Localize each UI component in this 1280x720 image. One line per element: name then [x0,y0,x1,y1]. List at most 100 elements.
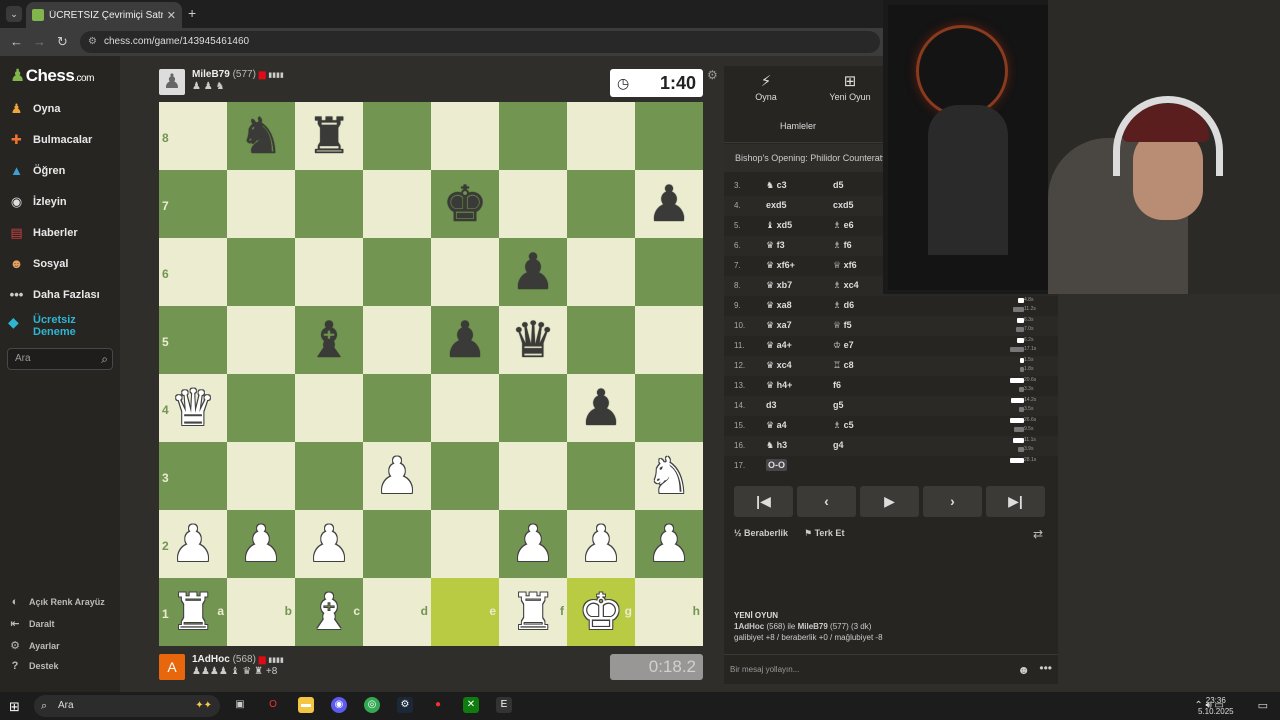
black-king-piece[interactable]: ♚ [443,170,488,238]
square-f1[interactable]: f ♜ [499,578,567,646]
square-f2[interactable]: ♟ [499,510,567,578]
play-button[interactable]: ▶ [860,486,919,517]
square-f3[interactable] [499,442,567,510]
square-g4[interactable]: ♟ [567,374,635,442]
sidebar-item-play[interactable]: ♟ Oyna [8,100,61,117]
epic-games-icon[interactable]: E [496,697,512,713]
white-pawn-piece[interactable]: ♟ [239,510,284,578]
square-a7[interactable]: 7 [159,170,227,238]
black-move[interactable]: ♗ f6 [833,240,852,251]
last-move-button[interactable]: ▶| [986,486,1045,517]
black-move[interactable]: g5 [833,400,844,410]
square-h4[interactable] [635,374,703,442]
square-g7[interactable] [567,170,635,238]
square-d8[interactable] [363,102,431,170]
white-pawn-piece[interactable]: ♟ [307,510,352,578]
white-move[interactable]: ♛ a4 [766,420,787,431]
chess-board[interactable]: 8 ♞ ♜ 7 ♚ ♟ 6 ♟ 5 ♝ ♟ ♛ 4 ♛ ♟ 3 ♟ ♞ 2 ♟ ♟ ♟ ♟ ♟ ♟ 1 a ♜ b c ♝ d e f ♜ g ♚ h [159,102,703,646]
white-pawn-piece[interactable]: ♟ [375,442,420,510]
new-tab-button[interactable]: + [188,5,196,21]
black-move[interactable]: ♖ c8 [833,360,854,371]
square-d4[interactable] [363,374,431,442]
white-move[interactable]: ♛ xb7 [766,280,792,291]
forward-icon[interactable]: → [33,34,46,49]
square-d7[interactable] [363,170,431,238]
tab-moves[interactable]: Hamleler [780,121,816,131]
white-move[interactable]: ♛ xa8 [766,300,792,311]
square-a6[interactable]: 6 [159,238,227,306]
white-move[interactable]: ♛ f3 [766,240,785,251]
square-e5[interactable]: ♟ [431,306,499,374]
black-move[interactable]: ♗ e6 [833,220,854,231]
sidebar-item-watch[interactable]: ◉ İzleyin [8,193,67,210]
collapse-button[interactable]: ⇤ Daralt [8,617,54,630]
square-e7[interactable]: ♚ [431,170,499,238]
reload-icon[interactable]: ↻ [57,34,68,50]
player-name[interactable]: 1AdHoc [192,654,230,665]
player-link[interactable]: 1AdHoc [734,622,764,631]
black-move[interactable]: f6 [833,380,841,390]
square-h6[interactable] [635,238,703,306]
more-options-icon[interactable]: ••• [1039,661,1052,675]
sidebar-search-input[interactable]: Ara ⌕ [7,348,113,370]
square-c2[interactable]: ♟ [295,510,363,578]
black-pawn-piece[interactable]: ♟ [443,306,488,374]
next-move-button[interactable]: › [923,486,982,517]
white-move[interactable]: d3 [766,400,777,410]
square-a5[interactable]: 5 [159,306,227,374]
square-f8[interactable] [499,102,567,170]
square-a2[interactable]: 2 ♟ [159,510,227,578]
tab-new-game[interactable]: ⊞ Yeni Oyun [808,72,892,102]
site-info-icon[interactable]: ⚙ [88,31,98,53]
square-c8[interactable]: ♜ [295,102,363,170]
black-move[interactable]: g4 [833,440,844,450]
taskbar-search[interactable]: ⌕ Ara ✦✦ [34,695,220,717]
white-move[interactable]: ♛ xf6+ [766,260,795,271]
black-move[interactable]: ♗ d6 [833,300,854,311]
square-g2[interactable]: ♟ [567,510,635,578]
white-pawn-piece[interactable]: ♟ [647,510,692,578]
square-e4[interactable] [431,374,499,442]
back-icon[interactable]: ← [10,34,23,49]
player-avatar[interactable]: A [159,654,185,680]
square-g6[interactable] [567,238,635,306]
tab-play[interactable]: ⚡ Oyna [724,72,808,102]
square-h5[interactable] [635,306,703,374]
light-theme-toggle[interactable]: ◐ Açık Renk Arayüz [8,596,105,608]
sidebar-item-news[interactable]: ▤ Haberler [8,224,77,241]
black-knight-piece[interactable]: ♞ [239,102,284,170]
square-b8[interactable]: ♞ [227,102,295,170]
white-move[interactable]: ♛ h4+ [766,380,792,391]
black-pawn-piece[interactable]: ♟ [511,238,556,306]
emoji-icon[interactable]: ☻ [1017,663,1030,677]
square-d5[interactable] [363,306,431,374]
square-d2[interactable] [363,510,431,578]
white-move[interactable]: O-O [766,459,787,471]
white-rook-piece[interactable]: ♜ [171,578,216,646]
opponent-avatar[interactable]: ♟ [159,69,185,95]
black-move[interactable]: cxd5 [833,200,854,210]
free-trial-link[interactable]: ◆ Ücretsiz Deneme [8,314,83,338]
black-pawn-piece[interactable]: ♟ [647,170,692,238]
square-b4[interactable] [227,374,295,442]
black-queen-piece[interactable]: ♛ [511,306,556,374]
board-settings-icon[interactable]: ⚙ [707,68,718,82]
square-a1[interactable]: 1 a ♜ [159,578,227,646]
sidebar-item-social[interactable]: ☻ Sosyal [8,255,69,272]
resign-button[interactable]: ⚑ Terk Et [804,528,844,539]
app-icon[interactable]: ● [430,697,446,713]
black-move[interactable]: d5 [833,180,844,190]
chat-input[interactable]: Bir mesaj yollayın... ☻ ••• [724,654,1058,684]
tab-list-button[interactable]: ⌄ [6,6,22,22]
square-h8[interactable] [635,102,703,170]
white-knight-piece[interactable]: ♞ [647,442,692,510]
square-a4[interactable]: 4 ♛ [159,374,227,442]
square-e8[interactable] [431,102,499,170]
first-move-button[interactable]: |◀ [734,486,793,517]
square-c6[interactable] [295,238,363,306]
black-move[interactable]: ♕ xf6 [833,260,857,271]
square-b3[interactable] [227,442,295,510]
square-c7[interactable] [295,170,363,238]
opera-icon[interactable]: O [265,697,281,713]
discord-icon[interactable]: ◉ [331,697,347,713]
